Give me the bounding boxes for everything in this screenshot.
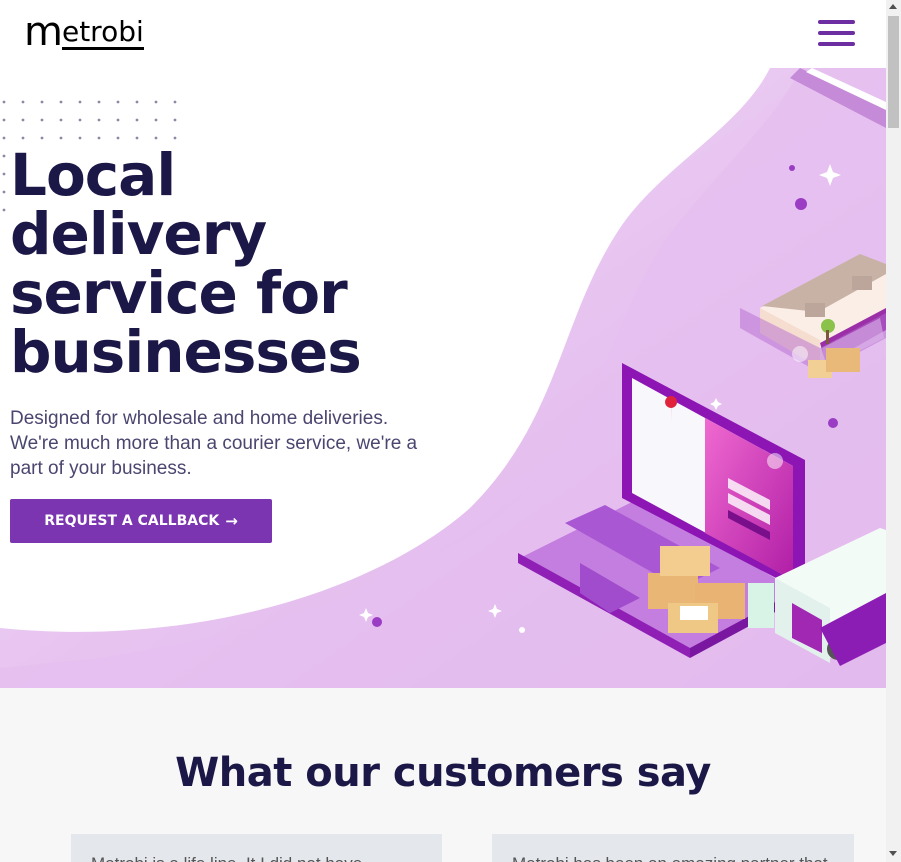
testimonials-section: What our customers say Metrobi is a life… [0, 688, 886, 862]
testimonials-title: What our customers say [175, 750, 711, 796]
request-callback-button[interactable]: REQUEST A CALLBACK → [10, 499, 272, 543]
menu-bar [818, 20, 855, 24]
testimonial-card: Metrobi has been an amazing partner that [492, 834, 854, 862]
page-scrollbar[interactable] [886, 0, 901, 862]
logo-text: etrobi [61, 15, 144, 50]
scroll-up-arrow-icon[interactable] [889, 4, 897, 9]
metrobi-logo[interactable]: m etrobi [24, 9, 144, 55]
hero-title: Local delivery service for businesses [10, 141, 362, 386]
hamburger-menu-icon[interactable] [818, 20, 856, 48]
request-callback-label: REQUEST A CALLBACK [44, 513, 220, 529]
hero-section: Local delivery service for businesses De… [0, 68, 886, 688]
menu-bar [818, 31, 855, 35]
hero-text-block: Local delivery service for businesses De… [10, 146, 440, 481]
scrollbar-thumb[interactable] [888, 16, 899, 128]
testimonial-text: Metrobi is a life line. It I did not hav… [91, 854, 422, 862]
arrow-right-icon: → [225, 512, 238, 530]
site-header: m etrobi [0, 0, 886, 68]
logo-letter-m: m [24, 9, 63, 55]
menu-bar [818, 42, 855, 46]
scroll-down-arrow-icon[interactable] [889, 851, 897, 856]
hero-subtitle: Designed for wholesale and home deliveri… [10, 408, 418, 479]
testimonial-card: Metrobi is a life line. It I did not hav… [71, 834, 442, 862]
testimonial-text: Metrobi has been an amazing partner that [512, 854, 834, 862]
